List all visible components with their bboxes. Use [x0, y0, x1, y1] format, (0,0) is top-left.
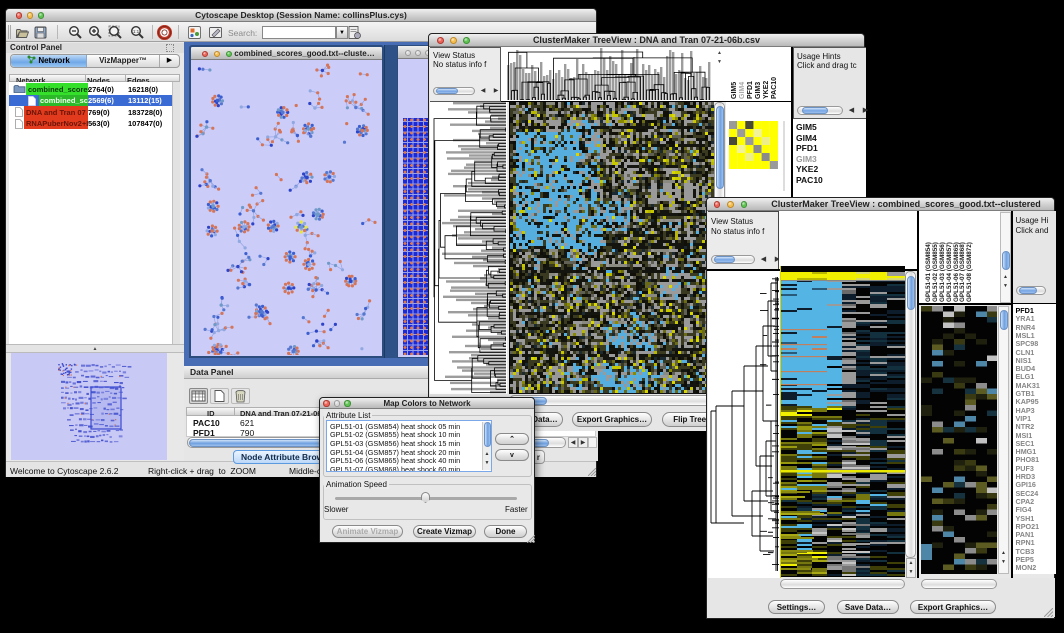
- svg-text:1:1: 1:1: [133, 29, 140, 34]
